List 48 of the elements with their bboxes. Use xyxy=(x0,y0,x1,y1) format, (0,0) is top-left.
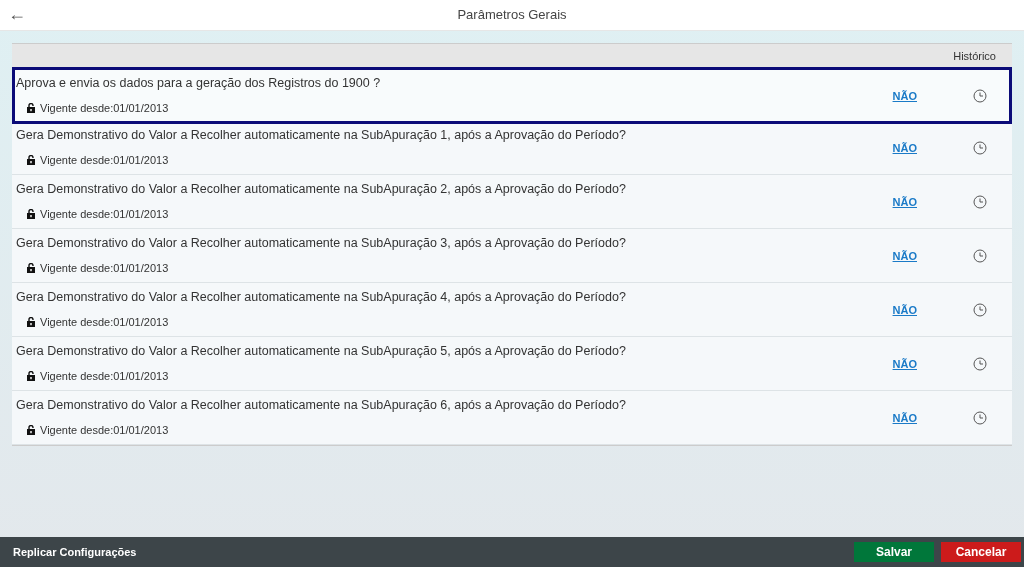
page-title: Parâmetros Gerais xyxy=(457,6,567,25)
replicate-settings-button[interactable]: Replicar Configurações xyxy=(13,543,137,561)
padlock-icon xyxy=(27,155,35,165)
value-link[interactable]: NÃO xyxy=(892,356,917,373)
validity-text: Vigente desde:01/01/2013 xyxy=(40,260,169,276)
value-link[interactable]: NÃO xyxy=(892,302,917,319)
history-clock-icon[interactable] xyxy=(973,140,987,155)
table-row[interactable]: Gera Demonstrativo do Valor a Recolher automaticamente na SubApuração 1, após a Aprovação do Período? Vigente desde:01/01/2013 NÃO xyxy=(12,121,1012,175)
table-row[interactable]: Gera Demonstrativo do Valor a Recolher automaticamente na SubApuração 6, após a Aprovação do Período? Vigente desde:01/01/2013 NÃO xyxy=(12,391,1012,445)
value-link[interactable]: NÃO xyxy=(892,88,917,105)
value-link[interactable]: NÃO xyxy=(892,410,917,427)
history-clock-icon[interactable] xyxy=(973,194,987,209)
history-clock-icon[interactable] xyxy=(973,88,987,103)
validity-text: Vigente desde:01/01/2013 xyxy=(40,368,169,384)
question-text: Gera Demonstrativo do Valor a Recolher automaticamente na SubApuração 6, após a Aprovação do Período? xyxy=(16,396,627,413)
table-row[interactable]: Gera Demonstrativo do Valor a Recolher automaticamente na SubApuração 2, após a Aprovação do Período? Vigente desde:01/01/2013 NÃO xyxy=(12,175,1012,229)
padlock-icon xyxy=(27,263,35,273)
validity-text: Vigente desde:01/01/2013 xyxy=(40,422,169,438)
padlock-icon xyxy=(27,371,35,381)
back-button[interactable]: ← xyxy=(8,3,26,25)
history-clock-icon[interactable] xyxy=(973,356,987,371)
question-text: Gera Demonstrativo do Valor a Recolher automaticamente na SubApuração 5, após a Aprovação do Período? xyxy=(16,342,627,359)
validity-text: Vigente desde:01/01/2013 xyxy=(40,206,169,222)
column-header: Histórico xyxy=(953,48,996,64)
history-clock-icon[interactable] xyxy=(973,248,987,263)
question-text: Gera Demonstrativo do Valor a Recolher automaticamente na SubApuração 4, após a Aprovação do Período? xyxy=(16,288,627,305)
table-row[interactable]: Aprova e envia os dados para a geração dos Registros do 1900 ? Vigente desde:01/01/2013 NÃO xyxy=(12,67,1012,124)
value-link[interactable]: NÃO xyxy=(892,140,917,157)
padlock-icon xyxy=(27,317,35,327)
padlock-icon xyxy=(27,209,35,219)
value-link[interactable]: NÃO xyxy=(892,248,917,265)
question-text: Aprova e envia os dados para a geração dos Registros do 1900 ? xyxy=(16,74,382,91)
padlock-icon xyxy=(27,103,35,113)
history-clock-icon[interactable] xyxy=(973,302,987,317)
question-text: Gera Demonstrativo do Valor a Recolher automaticamente na SubApuração 2, após a Aprovação do Período? xyxy=(16,180,627,197)
padlock-icon xyxy=(27,425,35,435)
table-row[interactable]: Gera Demonstrativo do Valor a Recolher automaticamente na SubApuração 3, após a Aprovação do Período? Vigente desde:01/01/2013 NÃO xyxy=(12,229,1012,283)
validity-text: Vigente desde:01/01/2013 xyxy=(40,152,169,168)
value-link[interactable]: NÃO xyxy=(892,194,917,211)
question-text: Gera Demonstrativo do Valor a Recolher automaticamente na SubApuração 1, após a Aprovação do Período? xyxy=(16,126,627,143)
validity-text: Vigente desde:01/01/2013 xyxy=(40,314,169,330)
save-button[interactable]: Salvar xyxy=(854,542,934,562)
history-clock-icon[interactable] xyxy=(973,410,987,425)
cancel-button[interactable]: Cancelar xyxy=(941,542,1021,562)
question-text: Gera Demonstrativo do Valor a Recolher automaticamente na SubApuração 3, após a Aprovação do Período? xyxy=(16,234,627,251)
table-row[interactable]: Gera Demonstrativo do Valor a Recolher automaticamente na SubApuração 5, após a Aprovação do Período? Vigente desde:01/01/2013 NÃO xyxy=(12,337,1012,391)
validity-text: Vigente desde:01/01/2013 xyxy=(40,100,169,116)
table-row[interactable]: Gera Demonstrativo do Valor a Recolher automaticamente na SubApuração 4, após a Aprovação do Período? Vigente desde:01/01/2013 NÃO xyxy=(12,283,1012,337)
